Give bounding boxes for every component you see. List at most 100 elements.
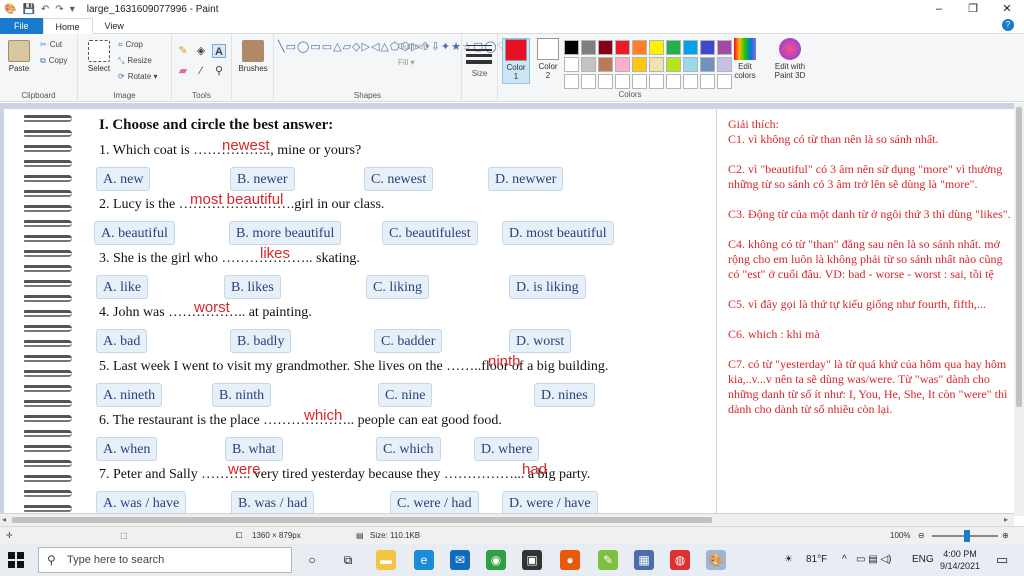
clock[interactable]: 4:00 PM 9/14/2021 — [940, 548, 980, 572]
file-explorer-icon[interactable]: ▬ — [376, 550, 396, 570]
palette-swatch[interactable] — [598, 74, 613, 89]
palette-swatch[interactable] — [666, 74, 681, 89]
vertical-scrollbar[interactable] — [1014, 103, 1024, 516]
palette-swatch[interactable] — [700, 40, 715, 55]
vertical-scroll-thumb[interactable] — [1016, 107, 1022, 407]
scroll-left-arrow-icon[interactable]: ◂ — [2, 514, 6, 526]
crop-button[interactable]: ⌗ Crop — [118, 40, 143, 50]
palette-swatch[interactable] — [581, 57, 596, 72]
temperature[interactable]: 81°F — [806, 554, 827, 565]
undo-icon[interactable]: ↶ — [41, 4, 49, 15]
store-icon[interactable]: ▣ — [522, 550, 542, 570]
tab-file[interactable]: File — [0, 18, 43, 34]
horizontal-scrollbar[interactable]: ◂ ▸ — [0, 514, 1014, 526]
palette-swatch[interactable] — [598, 57, 613, 72]
edit-colors-button[interactable]: Edit colors — [730, 38, 760, 84]
color2-swatch — [537, 38, 559, 60]
palette-swatch[interactable] — [666, 57, 681, 72]
task-view-icon[interactable]: ⧉ — [338, 550, 358, 570]
close-button[interactable]: ✕ — [990, 0, 1024, 18]
palette-swatch[interactable] — [581, 74, 596, 89]
rotate-button[interactable]: ⟳ Rotate ▾ — [118, 72, 158, 81]
weather-icon[interactable]: ☀ — [784, 554, 793, 565]
palette-swatch[interactable] — [615, 57, 630, 72]
palette-swatch[interactable] — [632, 40, 647, 55]
paint-taskbar-icon[interactable]: ✎ — [598, 550, 618, 570]
maximize-button[interactable]: ❐ — [956, 0, 990, 18]
windows-start-icon[interactable] — [8, 552, 24, 568]
palette-swatch[interactable] — [683, 57, 698, 72]
eraser-icon[interactable]: ▰ — [176, 64, 190, 78]
palette-swatch[interactable] — [700, 74, 715, 89]
paint-active-icon[interactable]: 🎨 — [706, 550, 726, 570]
help-icon[interactable]: ? — [1002, 19, 1014, 31]
edge-icon[interactable]: e — [414, 550, 434, 570]
tab-home[interactable]: Home — [42, 18, 93, 34]
outline-button[interactable]: Outline ▾ — [398, 42, 430, 51]
palette-swatch[interactable] — [649, 40, 664, 55]
tray-up-arrow-icon[interactable]: ^ — [842, 554, 847, 565]
taskbar-search-input[interactable]: ⚲ Type here to search — [38, 547, 292, 573]
color-palette[interactable] — [564, 40, 732, 89]
cut-button[interactable]: ✂ Cut — [40, 40, 62, 49]
color-picker-icon[interactable]: ⁄ — [194, 64, 208, 78]
palette-swatch[interactable] — [564, 74, 579, 89]
palette-swatch[interactable] — [615, 40, 630, 55]
select-button[interactable]: Select — [84, 40, 114, 73]
notifications-icon[interactable]: ▭ — [996, 552, 1008, 568]
cortana-icon[interactable]: ○ — [302, 550, 322, 570]
copy-button[interactable]: ⧉ Copy — [40, 56, 67, 66]
palette-swatch[interactable] — [615, 74, 630, 89]
shapes-gallery[interactable]: ╲▭◯▭▭△▱◇▷◁△⬠⬡▷⇧⇩✦★☆▢◯♡⚡ — [278, 40, 522, 84]
scroll-right-arrow-icon[interactable]: ▸ — [1004, 514, 1008, 526]
mail-icon[interactable]: ✉ — [450, 550, 470, 570]
redo-icon[interactable]: ↷ — [55, 4, 63, 15]
horizontal-scroll-thumb[interactable] — [12, 517, 712, 523]
palette-swatch[interactable] — [683, 74, 698, 89]
palette-swatch[interactable] — [649, 74, 664, 89]
pencil-icon[interactable]: ✎ — [176, 44, 190, 58]
color1-button[interactable]: Color 1 — [502, 38, 530, 84]
palette-swatch[interactable] — [581, 40, 596, 55]
palette-swatch[interactable] — [649, 57, 664, 72]
palette-swatch[interactable] — [564, 40, 579, 55]
calculator-icon[interactable]: ▦ — [634, 550, 654, 570]
zoom-in-icon[interactable]: ⊕ — [1002, 531, 1009, 540]
fill-button[interactable]: Fill ▾ — [398, 58, 414, 67]
status-bar: ✛ ⬚ ⧠ 1360 × 879px ▤ Size: 110.1KB 100% … — [0, 526, 1024, 544]
canvas-image[interactable]: I. Choose and circle the best answer: 1.… — [4, 109, 1014, 513]
palette-swatch[interactable] — [632, 74, 647, 89]
handwritten-answer: were — [228, 461, 261, 478]
color2-button[interactable]: Color 2 — [534, 38, 562, 84]
save-icon[interactable]: 💾 — [22, 4, 34, 15]
zoom-out-icon[interactable]: ⊖ — [918, 531, 925, 540]
photos-icon[interactable]: ◉ — [486, 550, 506, 570]
language-indicator[interactable]: ENG — [912, 554, 934, 565]
palette-swatch[interactable] — [683, 40, 698, 55]
text-tool-icon[interactable]: A — [212, 44, 226, 58]
magnifier-icon[interactable]: ⚲ — [212, 64, 226, 78]
answer-option: D. where — [474, 437, 540, 461]
spiral-ring — [24, 115, 72, 122]
size-icon[interactable] — [466, 42, 492, 67]
palette-swatch[interactable] — [700, 57, 715, 72]
palette-swatch[interactable] — [632, 57, 647, 72]
brushes-button[interactable]: Brushes — [236, 40, 270, 73]
tools-label: Tools — [192, 91, 211, 100]
tab-view[interactable]: View — [93, 18, 136, 34]
resize-button[interactable]: ⤡ Resize — [118, 56, 152, 66]
minimize-button[interactable]: – — [922, 0, 956, 18]
handwritten-answer: had — [522, 461, 548, 478]
customize-toolbar-icon[interactable]: ▾ — [70, 4, 75, 15]
palette-swatch[interactable] — [666, 40, 681, 55]
chrome-icon[interactable]: ◍ — [670, 550, 690, 570]
edit-with-paint3d-button[interactable]: Edit with Paint 3D — [770, 38, 810, 84]
fill-bucket-icon[interactable]: ◈ — [194, 44, 208, 58]
paste-button[interactable]: Paste — [4, 40, 34, 73]
palette-swatch[interactable] — [598, 40, 613, 55]
palette-swatch[interactable] — [564, 57, 579, 72]
tray-icons[interactable]: ▭ ▤ ◁) — [856, 554, 891, 565]
zoom-slider-thumb[interactable] — [964, 530, 970, 542]
answer-option: C. liking — [366, 275, 430, 299]
app-icon-orange[interactable]: ● — [560, 550, 580, 570]
